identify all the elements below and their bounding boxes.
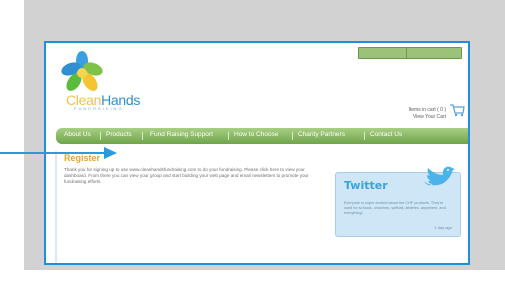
nav-separator [142, 132, 143, 140]
shopping-cart-icon[interactable] [449, 103, 465, 117]
nav-separator [228, 132, 229, 140]
header-button-1[interactable] [358, 47, 408, 59]
nav-separator [100, 132, 101, 140]
header-button-2[interactable] [406, 47, 462, 59]
annotation-arrow-icon [0, 147, 117, 159]
twitter-widget: Twitter Everyone is super excited about … [335, 166, 461, 237]
cart-items-count: Items in cart ( 0 ) [408, 107, 446, 113]
nav-separator [364, 132, 365, 140]
twitter-bird-icon [424, 166, 455, 186]
brand-tagline: FUNDRAISING [74, 106, 124, 111]
nav-item-about-us[interactable]: About Us [64, 131, 91, 138]
tweet-text: Everyone is super excited about the CHF … [344, 201, 446, 215]
flower-logo-icon[interactable] [60, 51, 104, 95]
tweet-timestamp-link[interactable]: 1 day ago [434, 225, 452, 230]
cart-summary[interactable]: Items in cart ( 0 ) View Your Cart [382, 107, 446, 121]
nav-item-how-to-choose[interactable]: How to Choose [234, 131, 278, 138]
nav-item-products[interactable]: Products [106, 131, 132, 138]
nav-item-fund-raising-support[interactable]: Fund Raising Support [150, 131, 213, 138]
nav-item-contact-us[interactable]: Contact Us [370, 131, 402, 138]
nav-item-charity-partners[interactable]: Charity Partners [298, 131, 345, 138]
view-cart-link[interactable]: View Your Cart [382, 114, 446, 121]
nav-separator [292, 132, 293, 140]
twitter-title: Twitter [344, 179, 388, 192]
